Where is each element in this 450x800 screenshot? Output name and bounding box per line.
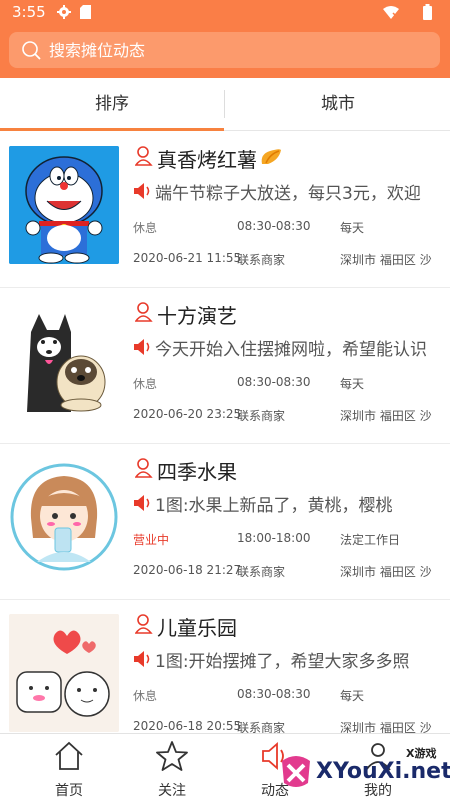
contact-merchant-link[interactable]: 联系商家 [237, 563, 285, 580]
business-days: 法定工作日 [340, 533, 401, 547]
medal-icon [261, 149, 281, 164]
nav-follow[interactable]: 关注 [122, 734, 222, 800]
search-bar[interactable] [9, 32, 440, 68]
item-name: 儿童乐园 [157, 616, 237, 640]
battery-icon [423, 4, 432, 20]
item-description: 端午节粽子大放送，每只3元，欢迎 [155, 184, 421, 204]
merchant-icon [135, 614, 153, 634]
merchant-icon [135, 458, 153, 478]
star-icon [156, 741, 188, 771]
address: 深圳市 福田区 沙 [340, 565, 432, 579]
status-badge: 休息 [133, 221, 158, 235]
stall-list: 真香烤红薯 端午节粽子大放送，每只3元，欢迎 休息 08:30-08:30 每天… [0, 132, 450, 733]
item-thumbnail [9, 146, 119, 264]
tab-divider [224, 90, 225, 118]
address: 深圳市 福田区 沙 [340, 721, 432, 733]
speaker-icon [134, 339, 150, 355]
active-tab-indicator [0, 128, 224, 131]
wifi-icon [383, 6, 399, 19]
list-item[interactable]: 儿童乐园 1图:开始摆摊了，希望大家多多照 休息 08:30-08:30 每天 … [0, 600, 450, 733]
list-item[interactable]: 真香烤红薯 端午节粽子大放送，每只3元，欢迎 休息 08:30-08:30 每天… [0, 132, 450, 288]
nav-follow-label: 关注 [158, 783, 186, 799]
contact-merchant-link[interactable]: 联系商家 [237, 251, 285, 268]
search-icon [22, 41, 41, 60]
status-badge: 营业中 [133, 533, 170, 547]
post-timestamp: 2020-06-18 21:27 [133, 563, 242, 577]
item-description: 今天开始入住摆摊网啦，希望能认识 [155, 340, 427, 360]
filter-tabs: 排序 城市 [0, 78, 450, 131]
dogs-image [9, 302, 119, 420]
status-badge: 休息 [133, 377, 158, 391]
merchant-icon [135, 302, 153, 322]
item-name: 十方演艺 [157, 304, 237, 328]
home-icon [55, 741, 83, 770]
watermark-logo-icon [282, 756, 310, 787]
gear-icon [57, 5, 71, 19]
business-days: 每天 [340, 377, 365, 391]
header: 3:55 [0, 0, 450, 78]
item-thumbnail [9, 614, 119, 732]
post-timestamp: 2020-06-21 11:55 [133, 251, 242, 265]
speaker-icon [134, 495, 150, 511]
tab-sort[interactable]: 排序 [0, 78, 224, 131]
status-bar: 3:55 [0, 0, 450, 26]
list-item[interactable]: 四季水果 1图:水果上新品了，黄桃，樱桃 营业中 18:00-18:00 法定工… [0, 444, 450, 600]
status-badge: 休息 [133, 689, 158, 703]
item-name: 四季水果 [157, 460, 237, 484]
business-days: 每天 [340, 221, 365, 235]
post-timestamp: 2020-06-20 23:25 [133, 407, 242, 421]
business-hours: 08:30-08:30 [237, 219, 311, 233]
item-description: 1图:水果上新品了，黄桃，樱桃 [155, 496, 393, 516]
address: 深圳市 福田区 沙 [340, 409, 432, 423]
app-screen: 3:55 搜索摊位动态 排序 城市 真香烤红薯 端午节粽子大放送，每只3元，欢迎… [0, 0, 450, 800]
doraemon-image [9, 146, 119, 264]
speaker-icon [134, 651, 150, 667]
item-thumbnail [9, 302, 119, 420]
item-description: 1图:开始摆摊了，希望大家多多照 [155, 652, 410, 672]
post-timestamp: 2020-06-18 20:55 [133, 719, 242, 733]
nav-home[interactable]: 首页 [19, 734, 119, 800]
girl-avatar-image [9, 458, 119, 576]
search-input[interactable] [49, 38, 429, 62]
business-days: 每天 [340, 689, 365, 703]
item-name: 真香烤红薯 [157, 148, 257, 172]
sd-card-icon [80, 5, 91, 19]
list-item[interactable]: 十方演艺 今天开始入住摆摊网啦，希望能认识 休息 08:30-08:30 每天 … [0, 288, 450, 444]
contact-merchant-link[interactable]: 联系商家 [237, 719, 285, 733]
tab-city[interactable]: 城市 [226, 78, 450, 131]
business-hours: 08:30-08:30 [237, 375, 311, 389]
watermark-domain-text: XYouXi.net [316, 759, 450, 784]
cartoon-image [9, 614, 119, 732]
item-thumbnail [9, 458, 119, 576]
speaker-icon [134, 183, 150, 199]
address: 深圳市 福田区 沙 [340, 253, 432, 267]
contact-merchant-link[interactable]: 联系商家 [237, 407, 285, 424]
nav-home-label: 首页 [55, 783, 83, 799]
merchant-icon [135, 146, 153, 166]
watermark: X游戏 XYouXi.net [278, 737, 450, 797]
business-hours: 18:00-18:00 [237, 531, 311, 545]
business-hours: 08:30-08:30 [237, 687, 311, 701]
status-time: 3:55 [12, 3, 46, 21]
